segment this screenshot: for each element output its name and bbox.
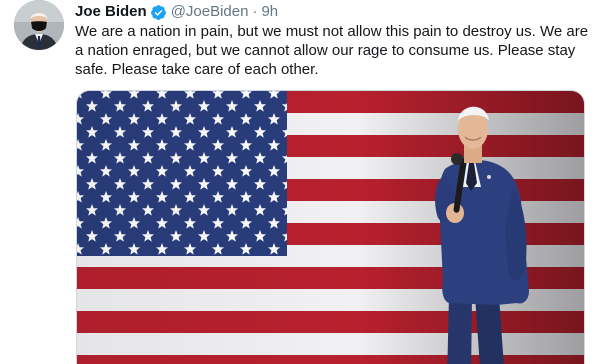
- verified-badge-icon: [150, 4, 167, 21]
- timestamp[interactable]: 9h: [261, 2, 278, 22]
- photo-speaker-with-flag-icon: [77, 91, 584, 364]
- display-name[interactable]: Joe Biden: [75, 2, 147, 22]
- tweet-media[interactable]: [76, 90, 585, 364]
- tweet-text: We are a nation in pain, but we must not…: [75, 23, 589, 78]
- separator-dot: ·: [252, 3, 258, 20]
- tweet[interactable]: Joe Biden @JoeBiden · 9h We are a nation…: [0, 0, 608, 364]
- tweet-header: Joe Biden @JoeBiden · 9h: [75, 2, 278, 22]
- profile-photo-icon: [14, 0, 64, 50]
- handle[interactable]: @JoeBiden: [171, 2, 249, 22]
- avatar[interactable]: [14, 0, 64, 50]
